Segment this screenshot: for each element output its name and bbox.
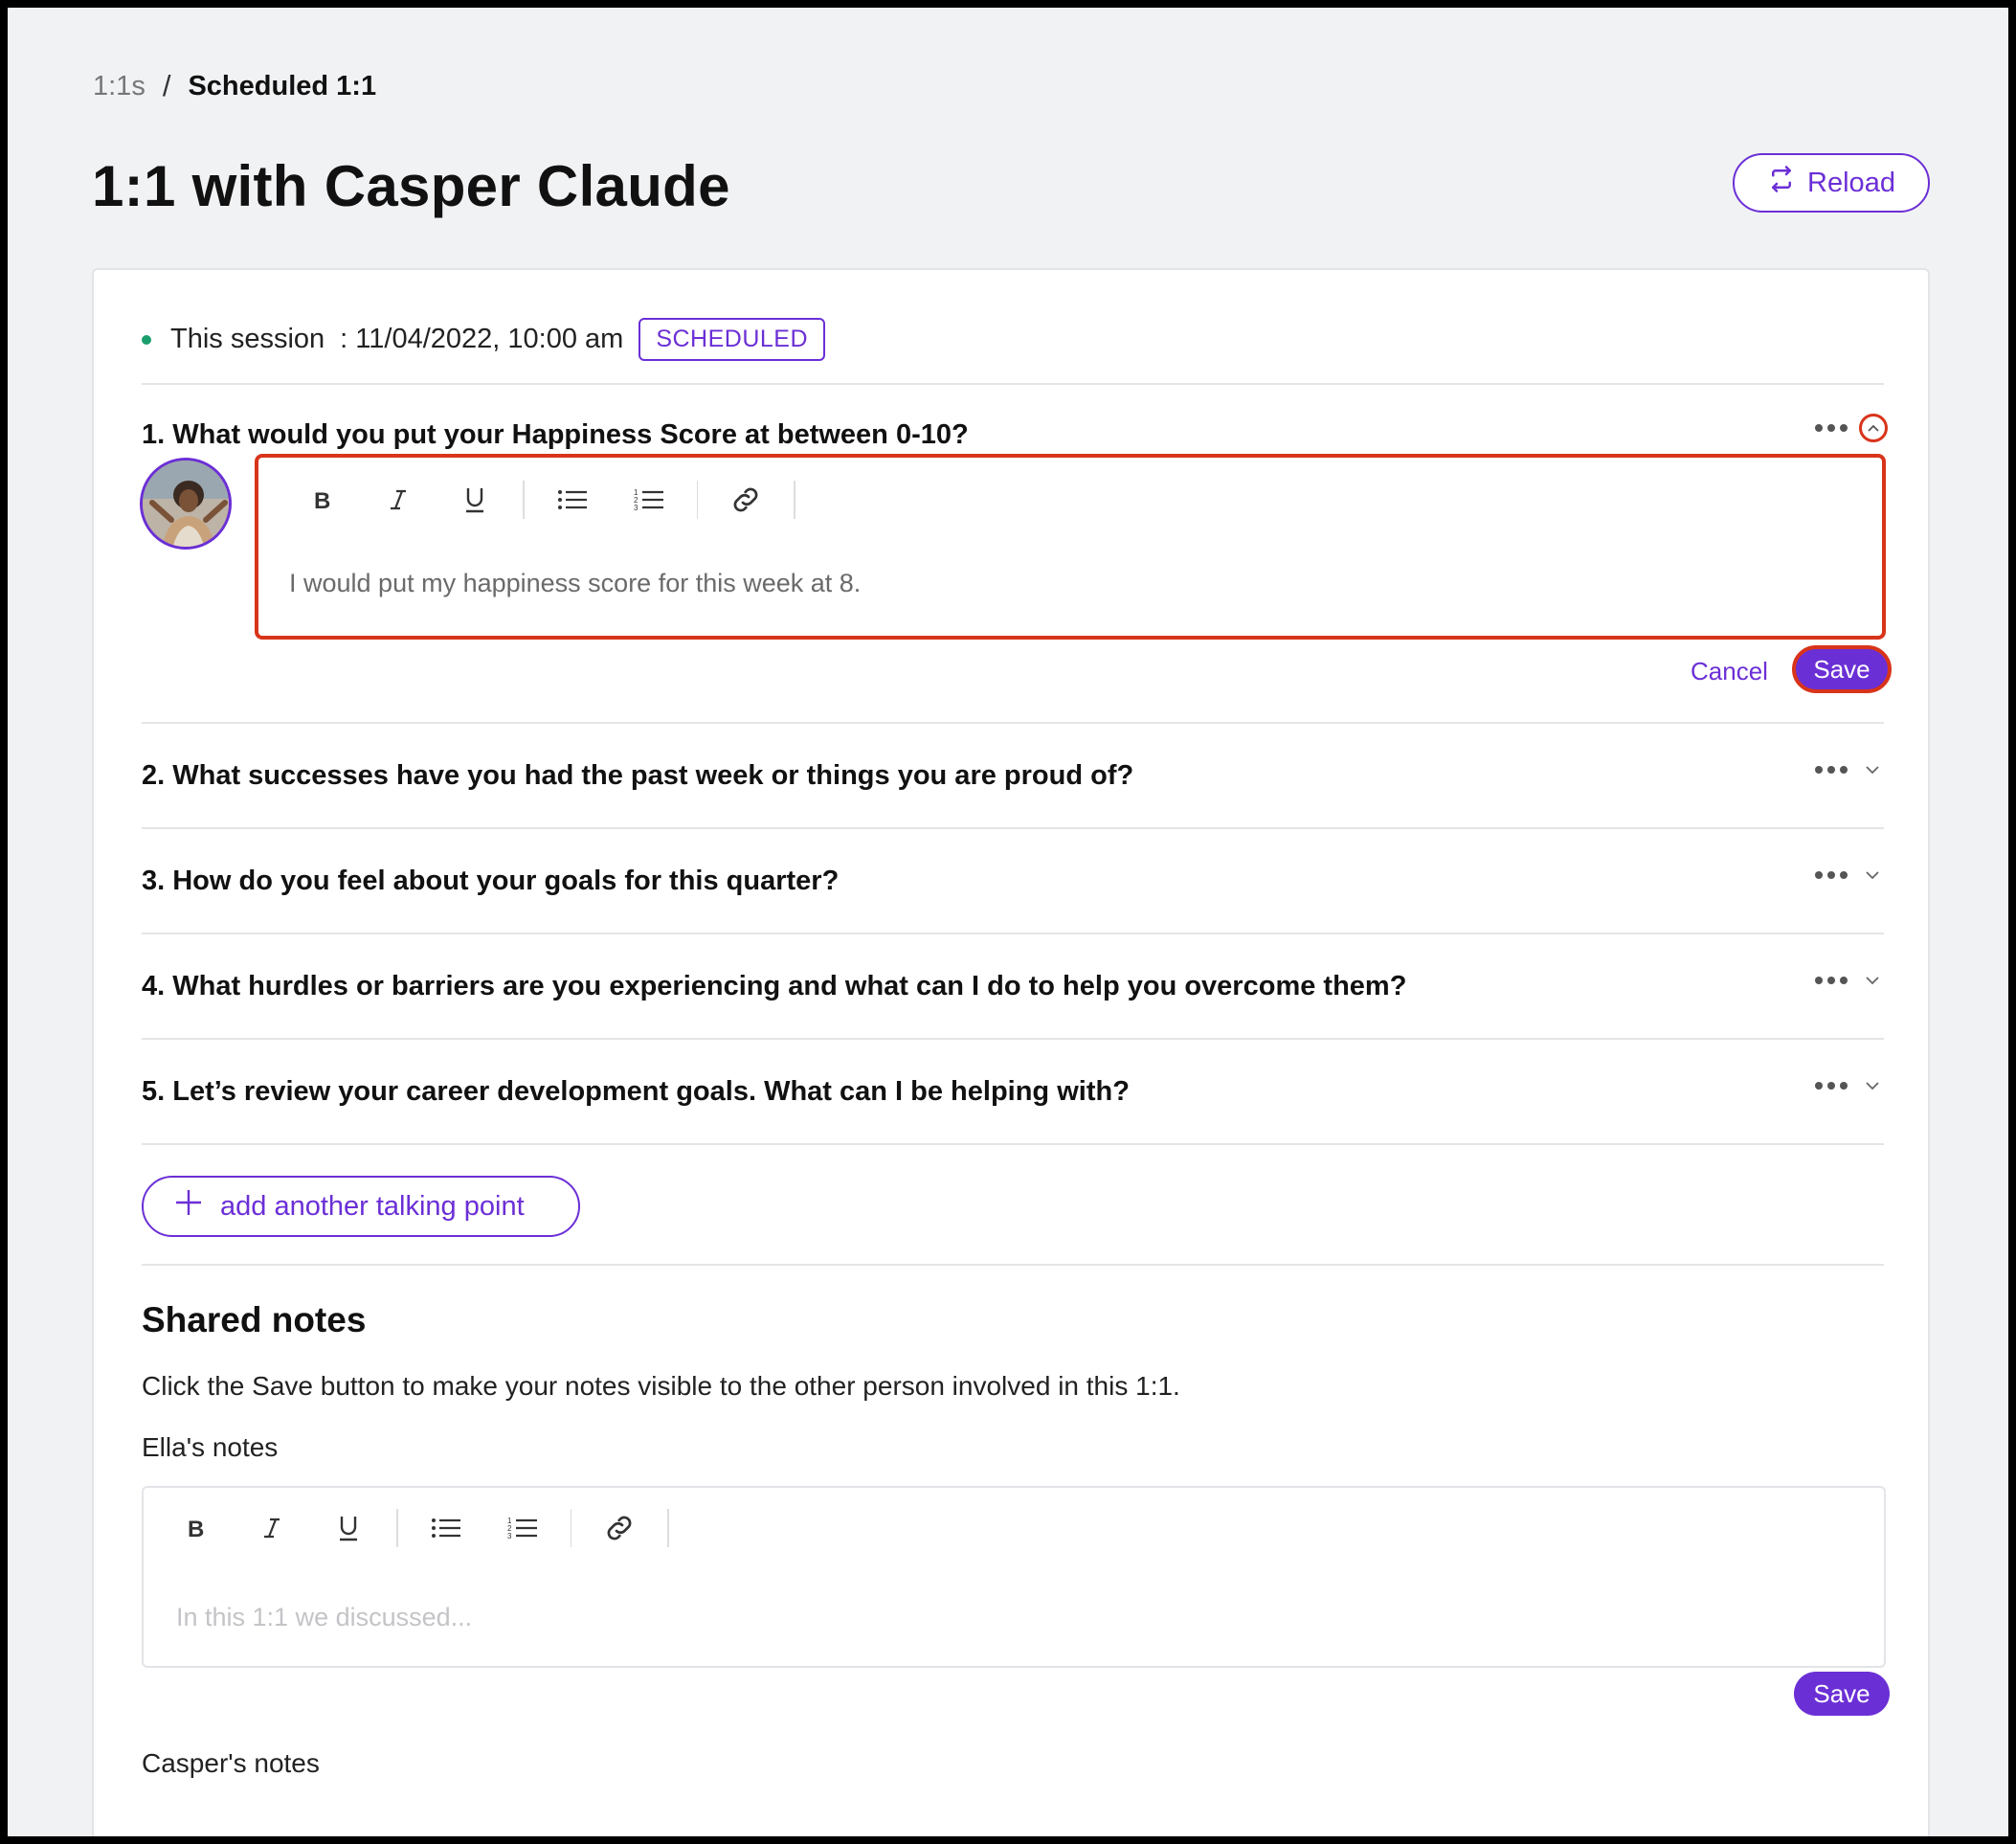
- breadcrumb-current: Scheduled 1:1: [188, 70, 377, 101]
- divider: [142, 827, 1884, 829]
- italic-icon[interactable]: [234, 1505, 310, 1551]
- bullet-list-icon[interactable]: [534, 477, 611, 523]
- toolbar-separator: [667, 1509, 669, 1547]
- question-5-title[interactable]: 5. Let’s review your career development …: [142, 1076, 1130, 1108]
- chevron-down-icon[interactable]: [1859, 967, 1886, 994]
- link-icon[interactable]: [581, 1505, 658, 1551]
- question-4-actions: [1811, 967, 1886, 994]
- divider: [142, 933, 1884, 934]
- divider: [142, 722, 1884, 724]
- session-info: This session : 11/04/2022, 10:00 am SCHE…: [142, 318, 826, 361]
- question-1-actions: [1811, 414, 1888, 442]
- toolbar-separator: [696, 481, 698, 519]
- reload-label: Reload: [1807, 167, 1895, 198]
- page-title: 1:1 with Casper Claude: [92, 154, 730, 218]
- answer-editor[interactable]: B 123 I would put my happiness score for…: [255, 454, 1886, 640]
- ella-notes-label: Ella's notes: [142, 1432, 279, 1462]
- question-3-title[interactable]: 3. How do you feel about your goals for …: [142, 866, 839, 897]
- session-date: : 11/04/2022, 10:00 am: [340, 324, 624, 354]
- svg-text:B: B: [188, 1517, 204, 1540]
- cancel-button[interactable]: Cancel: [1691, 657, 1768, 686]
- link-icon[interactable]: [707, 477, 784, 523]
- status-dot: [142, 334, 151, 345]
- add-talking-point-button[interactable]: add another talking point: [142, 1176, 580, 1237]
- divider: [142, 1143, 1884, 1145]
- svg-text:B: B: [314, 488, 330, 511]
- toolbar-separator: [794, 481, 795, 519]
- plus-icon: [174, 1188, 203, 1225]
- reload-icon: [1767, 165, 1796, 201]
- svg-text:3: 3: [634, 504, 638, 512]
- question-2-title[interactable]: 2. What successes have you had the past …: [142, 760, 1133, 792]
- avatar: [140, 458, 232, 550]
- svg-text:3: 3: [507, 1532, 512, 1540]
- question-4-title[interactable]: 4. What hurdles or barriers are you expe…: [142, 971, 1406, 1002]
- toolbar-separator: [396, 1509, 398, 1547]
- italic-icon[interactable]: [360, 477, 437, 523]
- more-options-icon[interactable]: [1811, 420, 1851, 436]
- divider: [142, 1264, 1884, 1266]
- more-options-icon[interactable]: [1811, 973, 1851, 988]
- bold-icon[interactable]: B: [157, 1505, 234, 1551]
- underline-icon[interactable]: [437, 477, 513, 523]
- numbered-list-icon[interactable]: 123: [611, 477, 687, 523]
- answer-text: I would put my happiness score for this …: [289, 569, 862, 597]
- status-badge: SCHEDULED: [638, 318, 826, 361]
- chevron-down-icon[interactable]: [1859, 756, 1886, 783]
- more-options-icon[interactable]: [1811, 762, 1851, 777]
- session-label: This session: [170, 324, 325, 354]
- toolbar-separator: [523, 481, 525, 519]
- toolbar-separator: [570, 1509, 571, 1547]
- chevron-up-icon[interactable]: [1859, 414, 1888, 442]
- editor-toolbar: B 123: [283, 477, 805, 523]
- shared-notes-title: Shared notes: [142, 1300, 367, 1339]
- reload-button[interactable]: Reload: [1733, 153, 1930, 213]
- ella-notes-placeholder: In this 1:1 we discussed...: [176, 1603, 473, 1631]
- question-3-actions: [1811, 862, 1886, 888]
- bold-icon[interactable]: B: [283, 477, 360, 523]
- shared-notes-description: Click the Save button to make your notes…: [142, 1371, 1180, 1401]
- save-answer-button[interactable]: Save: [1792, 645, 1892, 693]
- bullet-list-icon[interactable]: [408, 1505, 484, 1551]
- more-options-icon[interactable]: [1811, 1078, 1851, 1093]
- underline-icon[interactable]: [310, 1505, 387, 1551]
- ella-notes-editor[interactable]: B 123 In this 1:1 we discussed...: [142, 1486, 1886, 1668]
- question-1-title[interactable]: 1. What would you put your Happiness Sco…: [142, 419, 969, 451]
- save-notes-button[interactable]: Save: [1794, 1672, 1890, 1716]
- divider: [142, 383, 1884, 385]
- breadcrumb-link-1on1s[interactable]: 1:1s: [93, 71, 146, 102]
- divider: [142, 1038, 1884, 1040]
- editor-toolbar: B 123: [157, 1505, 679, 1551]
- add-talking-point-label: add another talking point: [220, 1190, 525, 1222]
- numbered-list-icon[interactable]: 123: [484, 1505, 561, 1551]
- chevron-down-icon[interactable]: [1859, 862, 1886, 888]
- breadcrumb: 1:1s / Scheduled 1:1: [93, 69, 376, 103]
- question-5-actions: [1811, 1072, 1886, 1099]
- breadcrumb-separator: /: [162, 69, 171, 102]
- more-options-icon[interactable]: [1811, 867, 1851, 883]
- app-window: 1:1s / Scheduled 1:1 1:1 with Casper Cla…: [8, 8, 2008, 1836]
- question-2-actions: [1811, 756, 1886, 783]
- casper-notes-label: Casper's notes: [142, 1748, 320, 1778]
- session-card: This session : 11/04/2022, 10:00 am SCHE…: [92, 268, 1930, 1836]
- chevron-down-icon[interactable]: [1859, 1072, 1886, 1099]
